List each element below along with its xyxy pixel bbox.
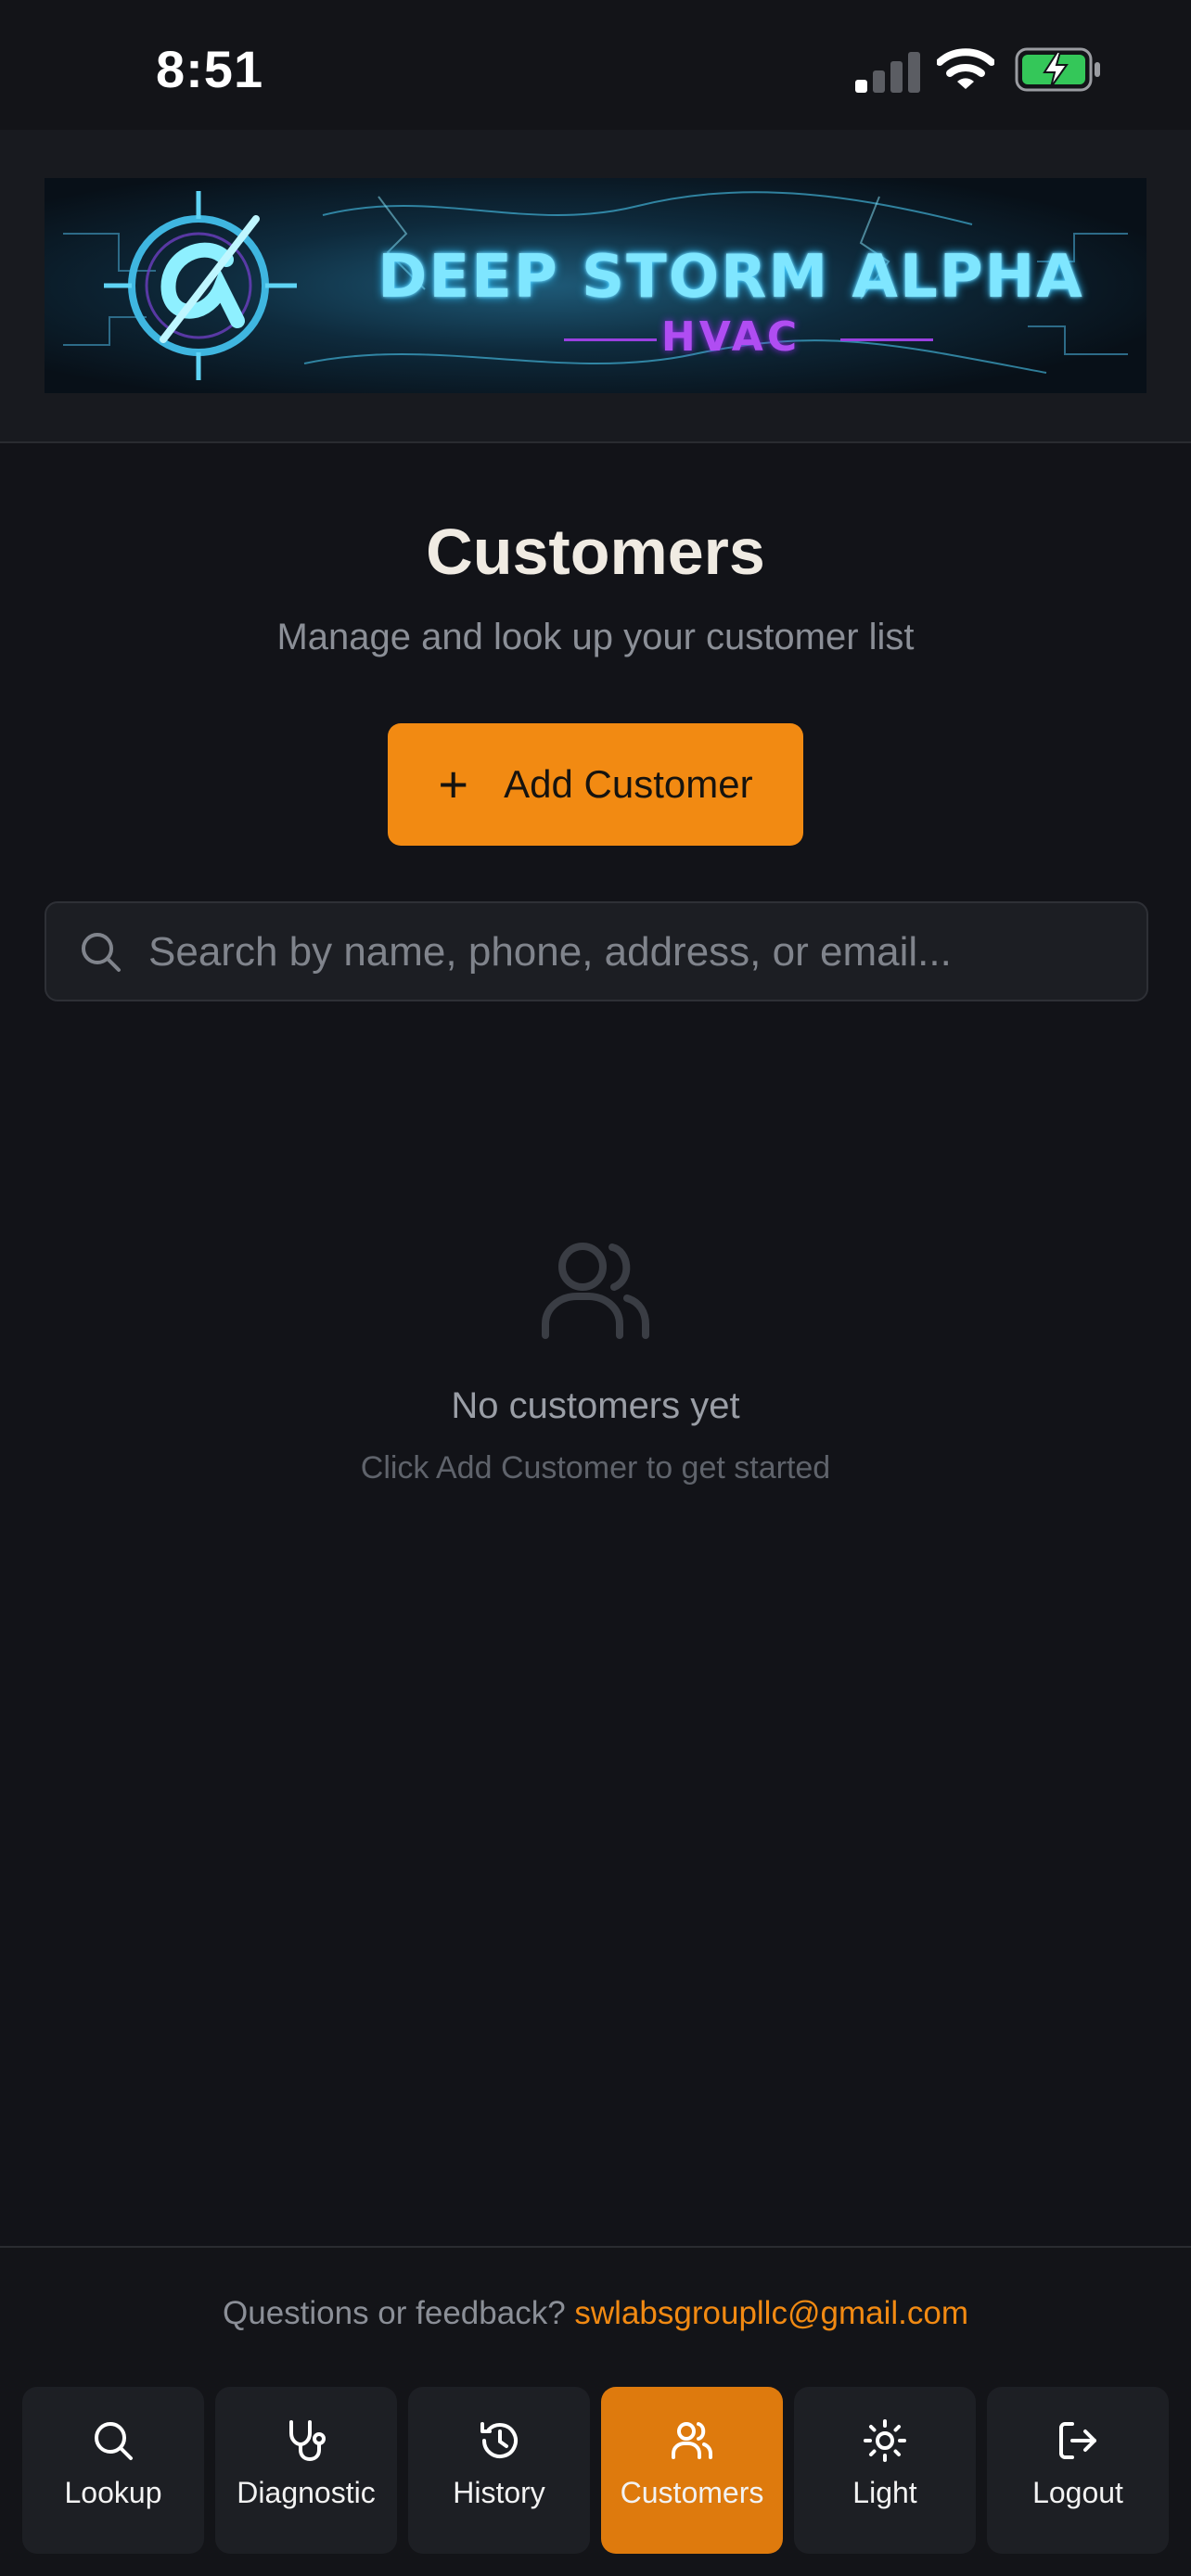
nav-label: Diagnostic bbox=[237, 2476, 376, 2509]
users-icon bbox=[672, 2422, 712, 2459]
status-bar: 8:51 bbox=[0, 0, 1191, 130]
brand-logo-icon bbox=[104, 191, 297, 380]
feedback-footer: Questions or feedback? swlabsgroupllc@gm… bbox=[0, 2246, 1191, 2366]
feedback-email-link[interactable]: swlabsgroupllc@gmail.com bbox=[574, 2295, 968, 2331]
search-icon bbox=[82, 933, 121, 972]
history-icon bbox=[480, 2422, 518, 2459]
empty-state-title: No customers yet bbox=[451, 1385, 740, 1426]
logout-icon bbox=[1059, 2422, 1096, 2459]
users-icon bbox=[542, 1243, 649, 1339]
feedback-prefix: Questions or feedback? bbox=[223, 2295, 566, 2331]
cellular-signal-icon bbox=[855, 46, 920, 93]
page-subtitle: Manage and look up your customer list bbox=[276, 617, 915, 657]
plus-icon: + bbox=[438, 755, 469, 813]
nav-item-light[interactable]: Light bbox=[794, 2387, 976, 2554]
app-header: DEEP STORM ALPHA HVAC bbox=[0, 130, 1191, 443]
wifi-icon bbox=[937, 48, 994, 89]
bottom-nav: Lookup Diagnostic History Customers Ligh… bbox=[0, 2365, 1191, 2576]
nav-label: Light bbox=[852, 2476, 917, 2509]
nav-item-lookup[interactable]: Lookup bbox=[22, 2387, 204, 2554]
search-icon bbox=[95, 2422, 133, 2460]
nav-label: Customers bbox=[620, 2476, 764, 2509]
customer-search bbox=[45, 901, 1148, 1001]
stethoscope-icon bbox=[289, 2420, 326, 2462]
brand-banner: DEEP STORM ALPHA HVAC bbox=[45, 178, 1146, 393]
banner-title: DEEP STORM ALPHA bbox=[378, 243, 1084, 312]
nav-item-diagnostic[interactable]: Diagnostic bbox=[215, 2387, 397, 2554]
battery-charging-icon bbox=[1015, 47, 1100, 92]
search-input[interactable] bbox=[147, 903, 1124, 1001]
banner-divider-right bbox=[840, 338, 933, 341]
nav-item-customers[interactable]: Customers bbox=[601, 2387, 783, 2554]
empty-state-subtitle: Click Add Customer to get started bbox=[360, 1450, 831, 1486]
page-title: Customers bbox=[426, 516, 765, 588]
add-customer-label: Add Customer bbox=[504, 762, 753, 806]
sun-icon bbox=[864, 2419, 906, 2462]
nav-label: Lookup bbox=[64, 2476, 162, 2509]
nav-label: Logout bbox=[1032, 2476, 1123, 2509]
nav-item-history[interactable]: History bbox=[408, 2387, 590, 2554]
status-time: 8:51 bbox=[156, 40, 264, 98]
add-customer-button[interactable]: + Add Customer bbox=[388, 723, 803, 846]
nav-label: History bbox=[453, 2476, 545, 2509]
banner-subtitle: HVAC bbox=[660, 313, 801, 361]
feedback-text: Questions or feedback? swlabsgroupllc@gm… bbox=[0, 2295, 1191, 2332]
nav-item-logout[interactable]: Logout bbox=[987, 2387, 1169, 2554]
